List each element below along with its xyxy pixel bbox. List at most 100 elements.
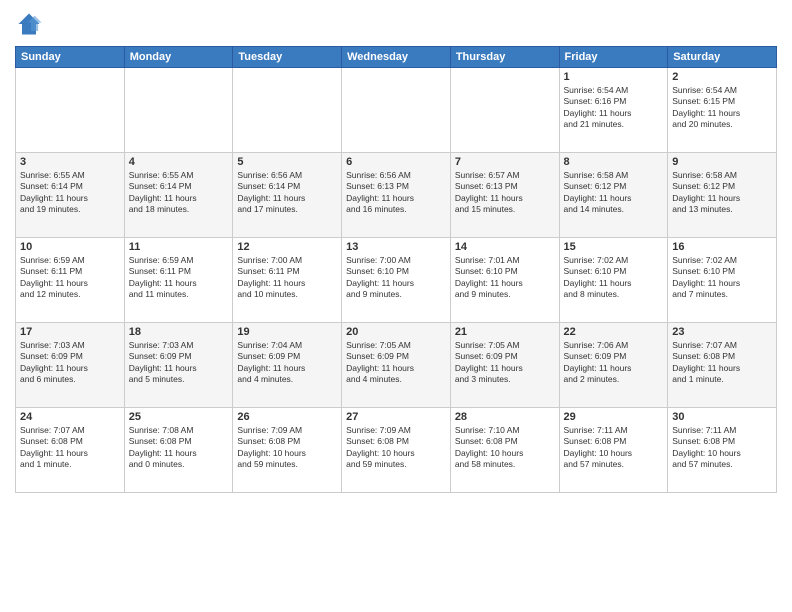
day-cell: 28 Sunrise: 7:10 AM Sunset: 6:08 PM Dayli…	[450, 408, 559, 493]
day-cell: 24 Sunrise: 7:07 AM Sunset: 6:08 PM Dayli…	[16, 408, 125, 493]
day-info: Sunrise: 7:07 AM Sunset: 6:08 PM Dayligh…	[20, 425, 120, 471]
day-number: 19	[237, 326, 337, 338]
day-info: Sunrise: 6:59 AM Sunset: 6:11 PM Dayligh…	[20, 255, 120, 301]
day-cell: 20 Sunrise: 7:05 AM Sunset: 6:09 PM Dayli…	[342, 323, 451, 408]
day-cell: 17Sunrise: 7:03 AM Sunset: 6:09 PM Dayli…	[16, 323, 125, 408]
day-info: Sunrise: 6:59 AM Sunset: 6:11 PM Dayligh…	[129, 255, 229, 301]
day-number: 12	[237, 241, 337, 253]
weekday-sunday: Sunday	[16, 47, 125, 68]
day-cell: 30 Sunrise: 7:11 AM Sunset: 6:08 PM Dayli…	[668, 408, 777, 493]
day-number: 4	[129, 156, 229, 168]
day-cell	[450, 68, 559, 153]
week-row-2: 3 Sunrise: 6:55 AM Sunset: 6:14 PM Daylig…	[16, 153, 777, 238]
header	[15, 10, 777, 38]
day-info: Sunrise: 7:00 AM Sunset: 6:11 PM Dayligh…	[237, 255, 337, 301]
day-cell: 27 Sunrise: 7:09 AM Sunset: 6:08 PM Dayli…	[342, 408, 451, 493]
day-number: 13	[346, 241, 446, 253]
day-number: 7	[455, 156, 555, 168]
day-info: Sunrise: 7:11 AM Sunset: 6:08 PM Dayligh…	[672, 425, 772, 471]
day-info: Sunrise: 7:02 AM Sunset: 6:10 PM Dayligh…	[672, 255, 772, 301]
day-info: Sunrise: 7:02 AM Sunset: 6:10 PM Dayligh…	[564, 255, 664, 301]
day-cell: 6 Sunrise: 6:56 AM Sunset: 6:13 PM Daylig…	[342, 153, 451, 238]
day-number: 2	[672, 71, 772, 83]
day-cell	[124, 68, 233, 153]
day-cell: 22 Sunrise: 7:06 AM Sunset: 6:09 PM Dayli…	[559, 323, 668, 408]
day-number: 1	[564, 71, 664, 83]
day-cell: 2 Sunrise: 6:54 AM Sunset: 6:15 PM Daylig…	[668, 68, 777, 153]
day-info: Sunrise: 7:07 AM Sunset: 6:08 PM Dayligh…	[672, 340, 772, 386]
day-cell: 15 Sunrise: 7:02 AM Sunset: 6:10 PM Dayli…	[559, 238, 668, 323]
day-info: Sunrise: 7:10 AM Sunset: 6:08 PM Dayligh…	[455, 425, 555, 471]
day-info: Sunrise: 6:57 AM Sunset: 6:13 PM Dayligh…	[455, 170, 555, 216]
day-info: Sunrise: 6:56 AM Sunset: 6:13 PM Dayligh…	[346, 170, 446, 216]
day-number: 22	[564, 326, 664, 338]
weekday-saturday: Saturday	[668, 47, 777, 68]
week-row-4: 17Sunrise: 7:03 AM Sunset: 6:09 PM Dayli…	[16, 323, 777, 408]
day-number: 11	[129, 241, 229, 253]
day-cell: 19 Sunrise: 7:04 AM Sunset: 6:09 PM Dayli…	[233, 323, 342, 408]
day-info: Sunrise: 6:54 AM Sunset: 6:15 PM Dayligh…	[672, 85, 772, 131]
page: SundayMondayTuesdayWednesdayThursdayFrid…	[0, 0, 792, 612]
day-info: Sunrise: 7:09 AM Sunset: 6:08 PM Dayligh…	[346, 425, 446, 471]
week-row-5: 24 Sunrise: 7:07 AM Sunset: 6:08 PM Dayli…	[16, 408, 777, 493]
day-cell: 26Sunrise: 7:09 AM Sunset: 6:08 PM Dayli…	[233, 408, 342, 493]
day-cell	[233, 68, 342, 153]
day-info: Sunrise: 7:01 AM Sunset: 6:10 PM Dayligh…	[455, 255, 555, 301]
weekday-monday: Monday	[124, 47, 233, 68]
day-cell: 7 Sunrise: 6:57 AM Sunset: 6:13 PM Daylig…	[450, 153, 559, 238]
day-info: Sunrise: 6:54 AM Sunset: 6:16 PM Dayligh…	[564, 85, 664, 131]
day-info: Sunrise: 7:03 AM Sunset: 6:09 PM Dayligh…	[20, 340, 120, 386]
day-cell: 25 Sunrise: 7:08 AM Sunset: 6:08 PM Dayli…	[124, 408, 233, 493]
day-cell: 11 Sunrise: 6:59 AM Sunset: 6:11 PM Dayli…	[124, 238, 233, 323]
day-number: 9	[672, 156, 772, 168]
day-info: Sunrise: 7:03 AM Sunset: 6:09 PM Dayligh…	[129, 340, 229, 386]
weekday-friday: Friday	[559, 47, 668, 68]
day-cell: 4 Sunrise: 6:55 AM Sunset: 6:14 PM Daylig…	[124, 153, 233, 238]
day-number: 15	[564, 241, 664, 253]
day-number: 20	[346, 326, 446, 338]
day-number: 6	[346, 156, 446, 168]
day-number: 8	[564, 156, 664, 168]
day-cell: 16 Sunrise: 7:02 AM Sunset: 6:10 PM Dayli…	[668, 238, 777, 323]
day-cell: 18Sunrise: 7:03 AM Sunset: 6:09 PM Dayli…	[124, 323, 233, 408]
day-number: 24	[20, 411, 120, 423]
day-number: 21	[455, 326, 555, 338]
day-info: Sunrise: 6:58 AM Sunset: 6:12 PM Dayligh…	[564, 170, 664, 216]
day-cell: 12 Sunrise: 7:00 AM Sunset: 6:11 PM Dayli…	[233, 238, 342, 323]
day-cell: 8 Sunrise: 6:58 AM Sunset: 6:12 PM Daylig…	[559, 153, 668, 238]
day-info: Sunrise: 6:55 AM Sunset: 6:14 PM Dayligh…	[129, 170, 229, 216]
weekday-wednesday: Wednesday	[342, 47, 451, 68]
weekday-tuesday: Tuesday	[233, 47, 342, 68]
day-info: Sunrise: 6:55 AM Sunset: 6:14 PM Dayligh…	[20, 170, 120, 216]
day-number: 27	[346, 411, 446, 423]
day-cell	[16, 68, 125, 153]
logo-icon	[15, 10, 43, 38]
day-info: Sunrise: 7:05 AM Sunset: 6:09 PM Dayligh…	[346, 340, 446, 386]
day-cell: 21 Sunrise: 7:05 AM Sunset: 6:09 PM Dayli…	[450, 323, 559, 408]
day-info: Sunrise: 7:04 AM Sunset: 6:09 PM Dayligh…	[237, 340, 337, 386]
day-info: Sunrise: 6:58 AM Sunset: 6:12 PM Dayligh…	[672, 170, 772, 216]
day-info: Sunrise: 6:56 AM Sunset: 6:14 PM Dayligh…	[237, 170, 337, 216]
day-number: 28	[455, 411, 555, 423]
day-cell: 10 Sunrise: 6:59 AM Sunset: 6:11 PM Dayli…	[16, 238, 125, 323]
day-number: 23	[672, 326, 772, 338]
day-cell: 13 Sunrise: 7:00 AM Sunset: 6:10 PM Dayli…	[342, 238, 451, 323]
day-number: 3	[20, 156, 120, 168]
day-info: Sunrise: 7:05 AM Sunset: 6:09 PM Dayligh…	[455, 340, 555, 386]
day-info: Sunrise: 7:00 AM Sunset: 6:10 PM Dayligh…	[346, 255, 446, 301]
day-number: 10	[20, 241, 120, 253]
day-cell	[342, 68, 451, 153]
day-cell: 5Sunrise: 6:56 AM Sunset: 6:14 PM Daylig…	[233, 153, 342, 238]
weekday-header-row: SundayMondayTuesdayWednesdayThursdayFrid…	[16, 47, 777, 68]
weekday-thursday: Thursday	[450, 47, 559, 68]
day-info: Sunrise: 7:06 AM Sunset: 6:09 PM Dayligh…	[564, 340, 664, 386]
week-row-3: 10 Sunrise: 6:59 AM Sunset: 6:11 PM Dayli…	[16, 238, 777, 323]
day-cell: 9 Sunrise: 6:58 AM Sunset: 6:12 PM Daylig…	[668, 153, 777, 238]
day-info: Sunrise: 7:11 AM Sunset: 6:08 PM Dayligh…	[564, 425, 664, 471]
day-number: 25	[129, 411, 229, 423]
day-number: 26	[237, 411, 337, 423]
day-number: 30	[672, 411, 772, 423]
day-number: 16	[672, 241, 772, 253]
day-info: Sunrise: 7:08 AM Sunset: 6:08 PM Dayligh…	[129, 425, 229, 471]
day-number: 29	[564, 411, 664, 423]
